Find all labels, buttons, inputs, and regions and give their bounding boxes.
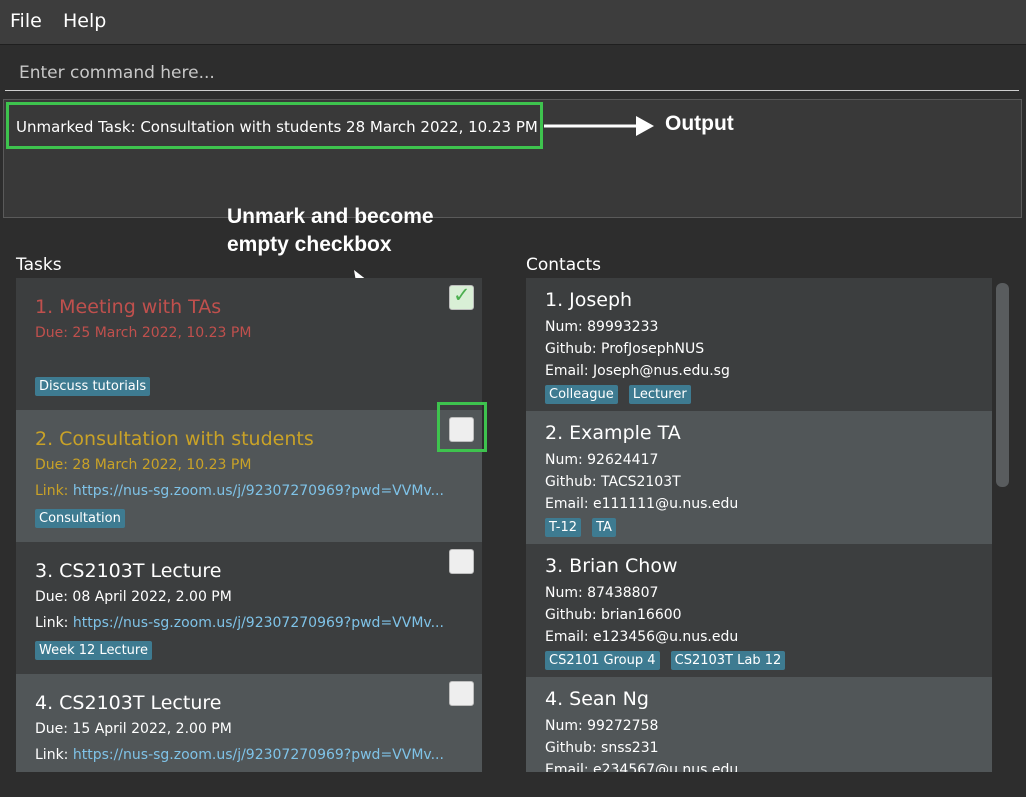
- contact-tag: Lecturer: [628, 385, 691, 404]
- task-title: 2. Consultation with students: [35, 428, 314, 450]
- contact-card-1[interactable]: 1. Joseph Num: 89993233 Github: ProfJose…: [526, 278, 992, 411]
- output-label: Output: [665, 112, 734, 135]
- task-checkbox-checked[interactable]: ✓: [449, 283, 474, 310]
- task-tag: Discuss tutorials: [35, 377, 151, 396]
- menu-help[interactable]: Help: [63, 10, 106, 32]
- contact-name: 4. Sean Ng: [545, 688, 649, 710]
- contact-github: Github: brian16600: [545, 607, 682, 623]
- contact-tag: T-12: [545, 518, 581, 537]
- contact-name: 3. Brian Chow: [545, 555, 678, 577]
- output-arrow: [544, 116, 654, 136]
- tasks-title: Tasks: [16, 255, 62, 275]
- task-due: Due: 15 April 2022, 2.00 PM: [35, 721, 232, 737]
- contacts-title: Contacts: [526, 255, 601, 275]
- contact-card-2[interactable]: 2. Example TA Num: 92624417 Github: TACS…: [526, 411, 992, 544]
- task-link-label: Link:: [35, 747, 69, 763]
- task-card-4[interactable]: 4. CS2103T Lecture Due: 15 April 2022, 2…: [16, 674, 482, 772]
- contact-num: Num: 92624417: [545, 452, 659, 468]
- task-link[interactable]: https://nus-sg.zoom.us/j/92307270969?pwd…: [73, 747, 444, 763]
- task-checkbox-unchecked[interactable]: [449, 417, 474, 442]
- task-card-2[interactable]: 2. Consultation with students Due: 28 Ma…: [16, 410, 482, 542]
- task-checkbox-unchecked[interactable]: [449, 681, 474, 706]
- task-title: 1. Meeting with TAs: [35, 296, 222, 318]
- contact-github: Github: TACS2103T: [545, 474, 681, 490]
- contact-tag: TA: [592, 518, 616, 537]
- contact-email: Email: e234567@u.nus.edu: [545, 762, 739, 772]
- task-due: Due: 28 March 2022, 10.23 PM: [35, 457, 252, 473]
- command-input[interactable]: [5, 55, 1019, 91]
- task-due: Due: 08 April 2022, 2.00 PM: [35, 589, 232, 605]
- result-display: Unmarked Task: Consultation with student…: [3, 99, 1022, 218]
- task-checkbox-unchecked[interactable]: [449, 549, 474, 574]
- result-text: Unmarked Task: Consultation with student…: [16, 118, 538, 136]
- task-list[interactable]: 1. Meeting with TAs Due: 25 March 2022, …: [16, 278, 482, 772]
- task-tag: Week 12 Lecture: [35, 641, 152, 660]
- task-due: Due: 25 March 2022, 10.23 PM: [35, 325, 252, 341]
- task-link-label: Link:: [35, 483, 69, 499]
- contact-email: Email: e111111@u.nus.edu: [545, 496, 739, 512]
- task-link-label: Link:: [35, 615, 69, 631]
- contact-email: Email: e123456@u.nus.edu: [545, 629, 739, 645]
- unmark-label-line2: empty checkbox: [227, 233, 392, 256]
- contact-name: 2. Example TA: [545, 422, 681, 444]
- contact-github: Github: ProfJosephNUS: [545, 341, 705, 357]
- menu-file[interactable]: File: [10, 10, 42, 32]
- task-card-1[interactable]: 1. Meeting with TAs Due: 25 March 2022, …: [16, 278, 482, 410]
- task-card-3[interactable]: 3. CS2103T Lecture Due: 08 April 2022, 2…: [16, 542, 482, 674]
- contact-card-3[interactable]: 3. Brian Chow Num: 87438807 Github: bria…: [526, 544, 992, 677]
- contact-list[interactable]: 1. Joseph Num: 89993233 Github: ProfJose…: [526, 278, 1010, 772]
- menu-bar: File Help: [0, 0, 1026, 45]
- task-link[interactable]: https://nus-sg.zoom.us/j/92307270969?pwd…: [73, 615, 444, 631]
- checkmark-icon: ✓: [453, 283, 471, 307]
- contact-tag: Colleague: [545, 385, 618, 404]
- contact-scrollbar[interactable]: [996, 283, 1009, 487]
- contact-name: 1. Joseph: [545, 289, 633, 311]
- contact-card-4[interactable]: 4. Sean Ng Num: 99272758 Github: snss231…: [526, 677, 992, 772]
- contact-num: Num: 99272758: [545, 718, 659, 734]
- contact-tag: CS2103T Lab 12: [670, 651, 786, 670]
- task-tag: Consultation: [35, 509, 125, 528]
- contact-github: Github: snss231: [545, 740, 659, 756]
- unmark-label-line1: Unmark and become: [227, 205, 434, 228]
- contact-num: Num: 89993233: [545, 319, 659, 335]
- contact-num: Num: 87438807: [545, 585, 659, 601]
- contact-email: Email: Joseph@nus.edu.sg: [545, 363, 730, 379]
- task-link[interactable]: https://nus-sg.zoom.us/j/92307270969?pwd…: [73, 483, 444, 499]
- contact-tag: CS2101 Group 4: [545, 651, 660, 670]
- task-title: 4. CS2103T Lecture: [35, 692, 222, 714]
- task-title: 3. CS2103T Lecture: [35, 560, 222, 582]
